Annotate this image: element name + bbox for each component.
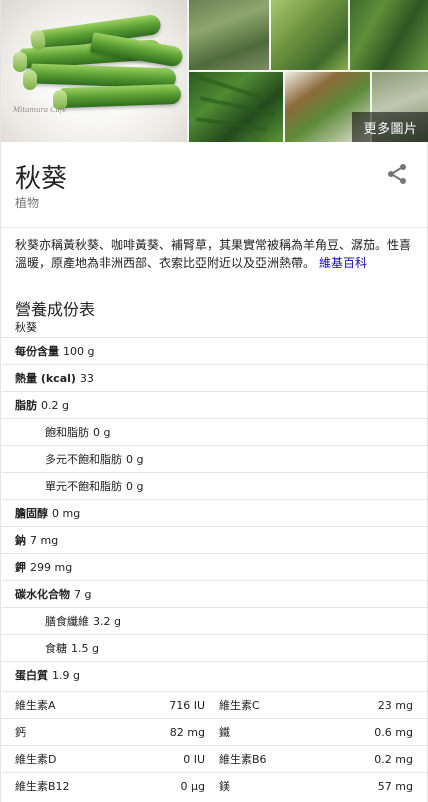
vitamin-cell: 維生素B12 0 µg [1, 773, 215, 799]
vitamin-value: 23 mg [377, 698, 413, 712]
nutrition-row-monounsaturated-fat: 單元不飽和脂肪 0 g [1, 472, 428, 499]
nutrition-label: 熱量 (kcal) [15, 372, 76, 385]
vitamin-value: 0.6 mg [374, 725, 413, 739]
nutrition-label: 多元不飽和脂肪 [45, 453, 122, 466]
nutrition-label: 膽固醇 [15, 507, 48, 520]
nutrition-label: 膳食纖維 [45, 615, 89, 628]
vitamin-row: 維生素B12 0 µg 鎂 57 mg [1, 772, 428, 799]
image-main-okra-plate[interactable]: Mitamura Cafe [1, 0, 187, 142]
okra-cap [13, 52, 27, 72]
image-okra-plant[interactable] [271, 0, 348, 70]
image-watermark: Mitamura Cafe [13, 106, 67, 114]
nutrition-label: 飽和脂肪 [45, 426, 89, 439]
okra-stripe [195, 117, 267, 131]
vitamin-cell: 維生素D 0 IU [1, 746, 215, 772]
vitamin-label: 維生素B6 [219, 753, 267, 766]
nutrition-label: 脂肪 [15, 399, 37, 412]
vitamin-cell: 維生素A 716 IU [1, 692, 215, 718]
share-icon[interactable] [385, 162, 409, 186]
vitamin-label: 維生素B12 [15, 780, 70, 793]
vitamin-value: 82 mg [169, 725, 205, 739]
nutrition-value: 0 g [126, 452, 144, 466]
nutrition-value: 7 g [74, 587, 92, 601]
nutrition-row-protein: 蛋白質 1.9 g [1, 661, 428, 688]
vitamin-label: 鐵 [219, 726, 230, 739]
vitamin-cell: 鈣 82 mg [1, 719, 215, 745]
nutrition-value: 7 mg [30, 533, 59, 547]
image-okra-field[interactable] [189, 0, 269, 70]
nutrition-value: 0.2 g [41, 398, 69, 412]
nutrition-label: 食糖 [45, 642, 67, 655]
nutrition-title: 營養成份表 [15, 300, 96, 319]
nutrition-label: 碳水化合物 [15, 588, 70, 601]
vitamin-cell: 鎂 57 mg [215, 773, 428, 799]
vitamin-cell: 維生素C 23 mg [215, 692, 428, 718]
vitamin-mineral-table: 維生素A 716 IU 維生素C 23 mg 鈣 82 mg 鐵 0.6 mg 維生素D… [1, 691, 428, 799]
more-images-button[interactable]: 更多圖片 [352, 112, 428, 142]
okra-pod [60, 83, 182, 109]
nutrition-value: 33 [79, 371, 94, 385]
okra-cap [23, 70, 37, 90]
nutrition-label: 每份含量 [15, 345, 59, 358]
image-okra-cut[interactable] [189, 72, 283, 142]
nutrition-value: 299 mg [30, 560, 73, 574]
vitamin-label: 維生素A [15, 699, 56, 712]
entity-header: 秋葵 植物 [1, 142, 428, 228]
nutrition-label: 蛋白質 [15, 669, 48, 682]
nutrition-row-saturated-fat: 飽和脂肪 0 g [1, 418, 428, 445]
nutrition-label: 鈉 [15, 534, 26, 547]
image-gallery[interactable]: Mitamura Cafe 更多圖片 [1, 0, 428, 142]
vitamin-cell: 鐵 0.6 mg [215, 719, 428, 745]
nutrition-subject: 秋葵 [15, 321, 37, 334]
nutrition-row-fat: 脂肪 0.2 g [1, 391, 428, 418]
image-okra-harvest[interactable] [350, 0, 428, 70]
entity-title: 秋葵 [15, 164, 68, 194]
nutrition-row-carbohydrate: 碳水化合物 7 g [1, 580, 428, 607]
nutrition-row-polyunsaturated-fat: 多元不飽和脂肪 0 g [1, 445, 428, 472]
nutrition-row-sodium: 鈉 7 mg [1, 526, 428, 553]
nutrition-row-fiber: 膳食纖維 3.2 g [1, 607, 428, 634]
vitamin-label: 維生素C [219, 699, 260, 712]
knowledge-panel: Mitamura Cafe 更多圖片 秋葵 植物 秋葵亦稱黃秋葵、咖啡黃葵、補腎… [0, 0, 428, 802]
nutrition-row-calories: 熱量 (kcal) 33 [1, 364, 428, 391]
nutrition-row-potassium: 鉀 299 mg [1, 553, 428, 580]
nutrition-row-sugar: 食糖 1.5 g [1, 634, 428, 661]
vitamin-value: 716 IU [169, 698, 205, 712]
vitamin-row: 鈣 82 mg 鐵 0.6 mg [1, 718, 428, 745]
nutrition-value: 1.5 g [71, 641, 99, 655]
vitamin-cell: 維生素B6 0.2 mg [215, 746, 428, 772]
wikipedia-link[interactable]: 維基百科 [319, 256, 367, 270]
vitamin-value: 0 IU [183, 752, 205, 766]
vitamin-value: 57 mg [377, 779, 413, 793]
nutrition-value: 0 mg [52, 506, 81, 520]
vitamin-value: 0 µg [180, 779, 205, 793]
vitamin-row: 維生素D 0 IU 維生素B6 0.2 mg [1, 745, 428, 772]
entity-subtitle: 植物 [15, 196, 40, 210]
nutrition-table: 每份含量 100 g 熱量 (kcal) 33 脂肪 0.2 g 飽和脂肪 0 g 多元… [1, 337, 428, 688]
nutrition-value: 1.9 g [52, 668, 80, 682]
vitamin-label: 鈣 [15, 726, 26, 739]
nutrition-row-cholesterol: 膽固醇 0 mg [1, 499, 428, 526]
vitamin-label: 鎂 [219, 780, 230, 793]
entity-description: 秋葵亦稱黃秋葵、咖啡黃葵、補腎草，其果實常被稱為羊角豆、潺茄。性喜溫暖，原產地為… [15, 236, 415, 272]
nutrition-label: 單元不飽和脂肪 [45, 480, 122, 493]
vitamin-value: 0.2 mg [374, 752, 413, 766]
nutrition-row-serving: 每份含量 100 g [1, 337, 428, 364]
nutrition-value: 100 g [63, 344, 95, 358]
nutrition-value: 3.2 g [93, 614, 121, 628]
vitamin-label: 維生素D [15, 753, 57, 766]
nutrition-label: 鉀 [15, 561, 26, 574]
nutrition-value: 0 g [126, 479, 144, 493]
vitamin-row: 維生素A 716 IU 維生素C 23 mg [1, 691, 428, 718]
nutrition-value: 0 g [93, 425, 111, 439]
